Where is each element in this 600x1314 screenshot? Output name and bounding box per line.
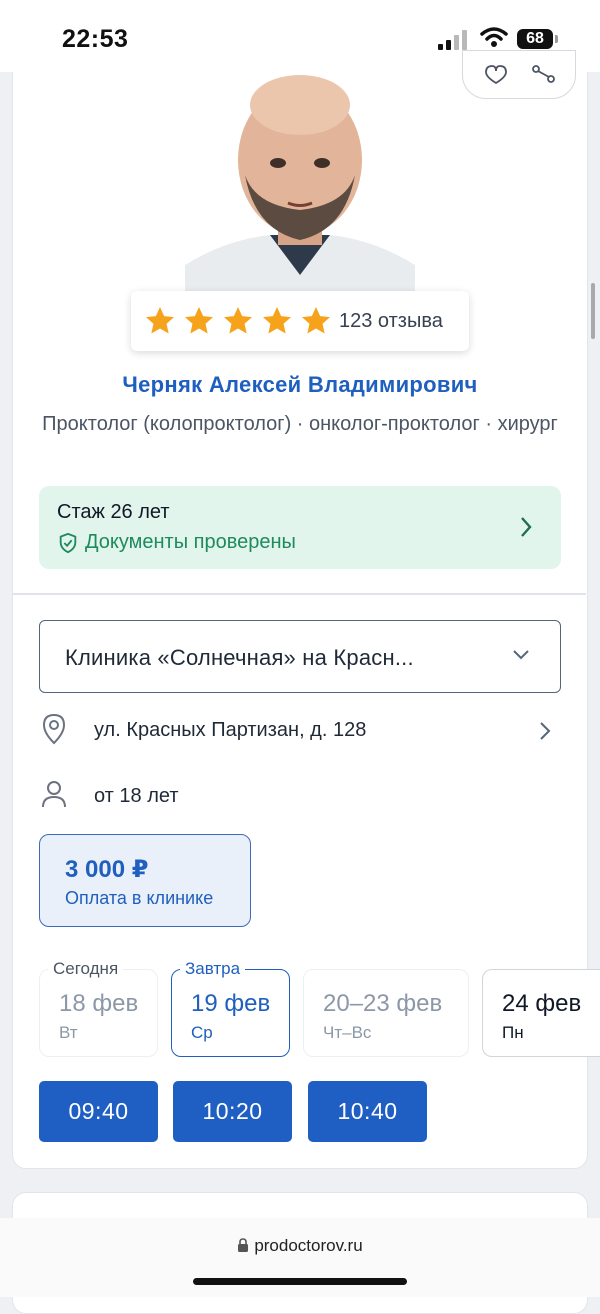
price-note: Оплата в клинике [65, 888, 214, 908]
reviews-count[interactable]: 123 отзыва [339, 310, 443, 333]
date-weekday: Чт–Вс [323, 1023, 372, 1042]
date-option-today[interactable]: Сегодня 18 фев Вт [39, 959, 158, 1057]
star-icon [263, 307, 291, 334]
doctor-photo [185, 75, 415, 293]
home-indicator[interactable] [193, 1278, 407, 1285]
price-box[interactable]: 3 000 ₽ Оплата в клинике [39, 834, 251, 927]
date-value: 19 фев [191, 990, 271, 1017]
clinic-select[interactable]: Клиника «Солнечная» на Красн... [39, 620, 561, 693]
date-value: 20–23 фев [323, 990, 443, 1017]
address-row[interactable]: ул. Красных Партизан, д. 128 [39, 713, 561, 749]
date-caption: Завтра [180, 959, 246, 979]
battery-icon: 68 [517, 29, 553, 49]
section-divider [12, 593, 586, 595]
time-slot-button[interactable]: 10:40 [308, 1081, 427, 1142]
star-icon [302, 307, 330, 334]
url-text: prodoctorov.ru [254, 1236, 363, 1255]
date-caption: Сегодня [48, 959, 124, 979]
star-icon [224, 307, 252, 334]
favorite-share-pill[interactable] [462, 50, 576, 99]
date-weekday: Пн [502, 1023, 524, 1042]
doctor-specialties: Проктолог (колопроктолог) · онколог-прок… [42, 413, 558, 435]
doctor-name[interactable]: Черняк Алексей Владимирович [0, 372, 600, 398]
scroll-indicator[interactable] [591, 283, 595, 339]
date-value: 24 фев [502, 990, 582, 1017]
date-value: 18 фев [59, 990, 139, 1017]
time-slot-button[interactable]: 10:20 [173, 1081, 292, 1142]
location-pin-icon [42, 713, 66, 745]
url-display[interactable]: prodoctorov.ru [0, 1236, 600, 1256]
wifi-icon [480, 27, 508, 47]
star-icon [146, 307, 174, 334]
rating-badge[interactable]: 123 отзыва [131, 291, 469, 351]
signal-icon [438, 30, 468, 50]
date-option-next[interactable]: 24 фев Пн [482, 969, 600, 1057]
star-icon [185, 307, 213, 334]
clinic-select-value: Клиника «Солнечная» на Красн... [65, 645, 414, 670]
person-icon [42, 781, 66, 808]
experience-box[interactable]: Стаж 26 лет Документы проверены [39, 486, 561, 569]
browser-url-bar[interactable]: prodoctorov.ru [0, 1218, 600, 1297]
price-value: 3 000 ₽ [65, 856, 149, 883]
chevron-right-icon [540, 722, 551, 740]
verified-label: Документы проверены [57, 531, 296, 554]
battery-tip [555, 35, 558, 43]
heart-icon[interactable] [483, 63, 509, 85]
time-slot-button[interactable]: 09:40 [39, 1081, 158, 1142]
date-option-tomorrow[interactable]: Завтра 19 фев Ср [171, 959, 290, 1057]
lock-icon [238, 1238, 249, 1252]
chevron-down-icon [513, 650, 529, 660]
age-restriction: от 18 лет [94, 785, 179, 807]
date-weekday: Вт [59, 1023, 78, 1042]
status-time: 22:53 [62, 25, 129, 53]
chevron-right-icon [521, 517, 532, 537]
verified-text: Документы проверены [85, 531, 296, 553]
shield-check-icon [59, 532, 77, 553]
date-option-range[interactable]: 20–23 фев Чт–Вс [303, 969, 469, 1057]
share-icon[interactable] [531, 63, 557, 89]
date-weekday: Ср [191, 1023, 213, 1042]
experience-label: Стаж 26 лет [57, 501, 170, 523]
rating-stars [143, 305, 333, 337]
age-row: от 18 лет [39, 778, 561, 814]
clinic-address: ул. Красных Партизан, д. 128 [94, 719, 367, 741]
